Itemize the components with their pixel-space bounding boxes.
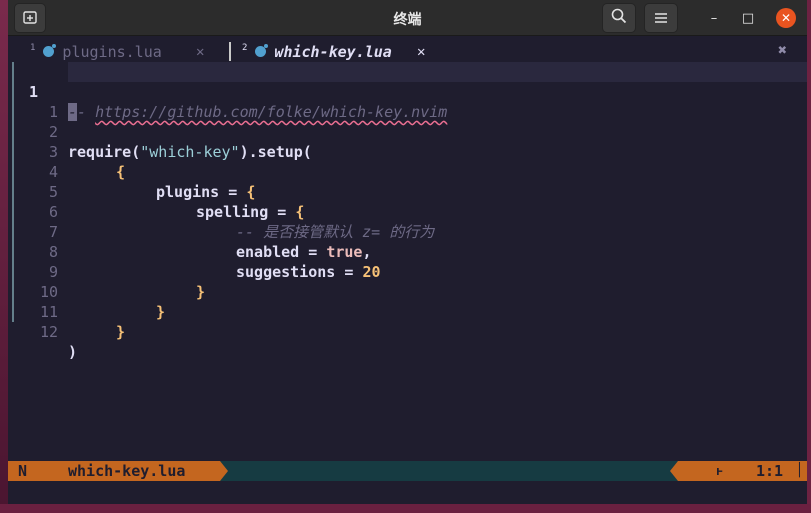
tab-plugins-lua[interactable]: 1 plugins.lua ✕ (8, 41, 228, 62)
desktop-wallpaper-bottom (0, 504, 811, 513)
minimize-icon: – (710, 10, 718, 26)
code-line: 3 { (8, 122, 807, 181)
status-right-section: ⱶ 1:1 ▕ (678, 461, 807, 481)
code-line: 11 } (8, 282, 807, 341)
maximize-button[interactable]: □ (738, 8, 758, 28)
command-line[interactable] (8, 481, 807, 504)
terminal-window: 终端 – □ ✕ 1 plugins.lua ✕ 2 which-key.lua… (8, 0, 807, 504)
status-filename: which-key.lua (56, 461, 220, 481)
tab-number: 2 (242, 42, 248, 53)
search-icon (611, 8, 627, 28)
close-button[interactable]: ✕ (776, 8, 796, 28)
code-editor[interactable]: 1 -- https://github.com/folke/which-key.… (8, 62, 807, 460)
title-bar: 终端 – □ ✕ (8, 0, 807, 36)
powerline-separator (670, 461, 678, 481)
code-line: 8 suggestions = 20 (8, 222, 807, 281)
line-content: ) (68, 343, 78, 361)
maximize-icon: □ (741, 10, 755, 26)
code-line: 10 } (8, 262, 807, 321)
code-line: 1 (8, 82, 807, 121)
desktop-wallpaper-right (807, 0, 811, 513)
line-content: } (116, 323, 126, 341)
cursor-position: 1:1 (756, 462, 784, 480)
line-number: 12 (39, 323, 58, 341)
code-line: 7 enabled = true, (8, 202, 807, 261)
scroll-indicator: ▕ (792, 463, 800, 478)
tab-label: which-key.lua (274, 42, 392, 61)
desktop-wallpaper-left (0, 0, 8, 513)
minimize-button[interactable]: – (704, 8, 724, 28)
code-line: 5 spelling = { (8, 162, 807, 221)
lua-icon (43, 44, 57, 57)
tab-number: 1 (30, 42, 36, 53)
code-line: 4 plugins = { (8, 142, 807, 201)
status-line: N which-key.lua ⱶ 1:1 ▕ (8, 461, 807, 481)
mode-indicator: N (8, 461, 56, 481)
code-line: 1 -- https://github.com/folke/which-key.… (8, 62, 807, 121)
tab-label: plugins.lua (62, 42, 162, 61)
code-line: 6 -- 是否接管默认 z= 的行为 (8, 182, 807, 241)
code-line: 12 ) (8, 302, 807, 361)
menu-button[interactable] (644, 3, 678, 33)
code-line: 2 require("which-key").setup( (8, 102, 807, 161)
powerline-separator (220, 461, 228, 481)
code-line: 9 } (8, 242, 807, 301)
buffer-tabline: 1 plugins.lua ✕ 2 which-key.lua ✕ ✖ (8, 41, 807, 62)
close-icon: ✕ (780, 11, 792, 25)
hamburger-menu-icon (654, 9, 668, 28)
branch-icon: ⱶ (716, 464, 724, 478)
lua-icon (255, 44, 269, 57)
close-all-tabs-icon[interactable]: ✖ (778, 41, 787, 59)
tab-which-key-lua[interactable]: 2 which-key.lua ✕ (232, 41, 442, 62)
tab-close-icon[interactable]: ✕ (196, 44, 204, 60)
search-button[interactable] (602, 3, 636, 33)
tab-active-indicator (229, 42, 231, 61)
window-title: 终端 (393, 12, 422, 28)
tab-close-icon[interactable]: ✕ (417, 44, 425, 60)
